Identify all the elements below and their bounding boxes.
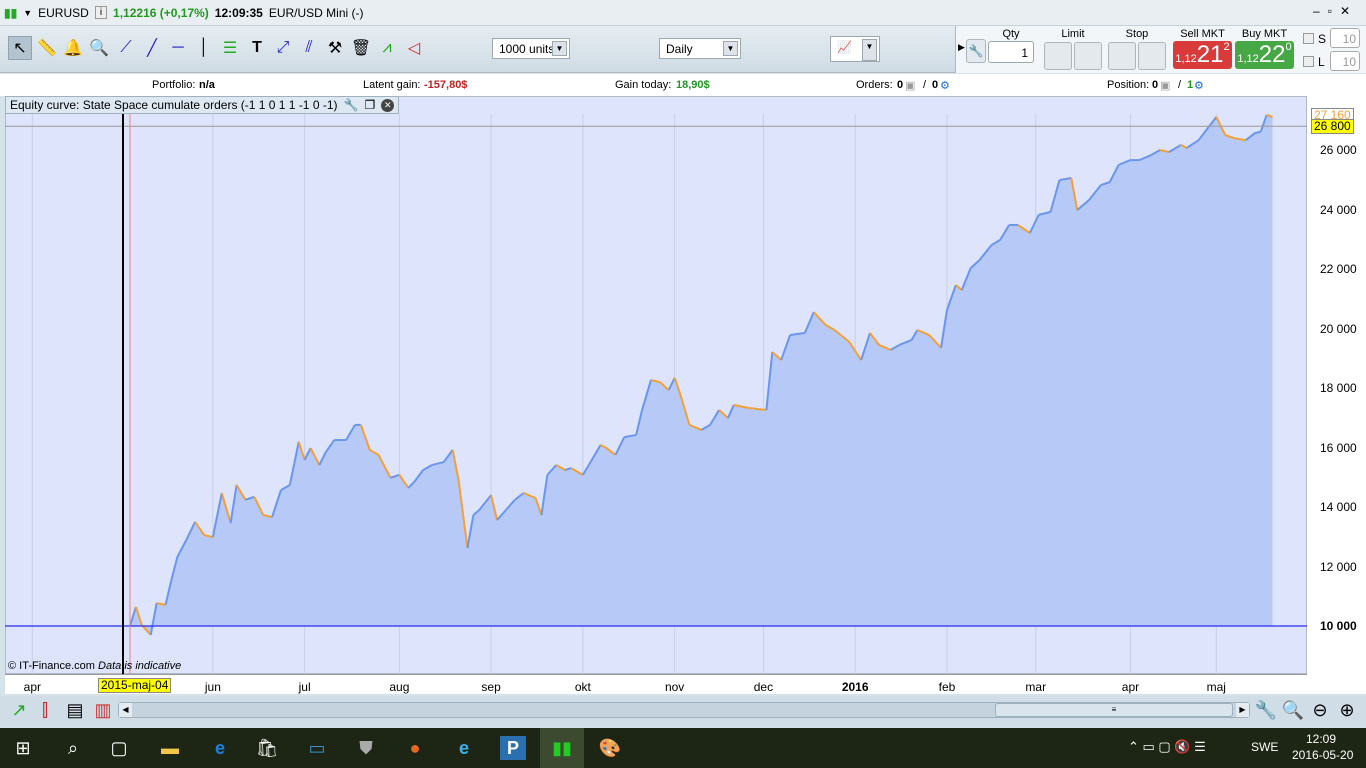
scroll-left-icon[interactable]: ◀ (119, 703, 132, 717)
cursor-date-label: 2015-maj-04 (98, 678, 172, 693)
trading-app-icon[interactable]: ▮▮ (540, 728, 584, 768)
equity-segment (1254, 130, 1261, 135)
internet-explorer-icon[interactable]: e (451, 736, 477, 760)
search-icon[interactable]: ⌕ (60, 736, 86, 760)
store-icon[interactable]: 🛍 (254, 736, 280, 760)
clock-time[interactable]: 12:09 (1306, 732, 1336, 746)
scroll-right-icon[interactable]: ▶ (1236, 703, 1249, 717)
language[interactable]: SWE (1251, 740, 1278, 754)
equity-plot (5, 113, 1307, 674)
restore-icon[interactable]: ❐ (364, 98, 375, 112)
zoom-out-icon[interactable]: ⊖ (1307, 698, 1333, 722)
tray-icons[interactable]: ⌃ ▭ ▢ 🔇 ☰ (1128, 739, 1206, 755)
close-icon[interactable]: ✕ (381, 98, 395, 112)
volume-icon[interactable]: ▥ (90, 698, 116, 722)
horizontal-scrollbar[interactable]: ◀ ≡ ▶ (118, 702, 1250, 718)
auto-zoom-icon[interactable]: 🔍 (1280, 698, 1306, 722)
copyright: © IT-Finance.com (8, 660, 95, 672)
legend-title: Equity curve: State Space cumulate order… (10, 98, 338, 112)
edge-icon[interactable]: e (207, 736, 233, 760)
overlay-icon[interactable]: ▤ (62, 698, 88, 722)
equity-area (130, 114, 1273, 635)
taskbar: ⊞ ⌕ ▢ ▬ e 🛍 ▭ ⛊ ● e P ▮▮ 🎨 ⌃ ▭ ▢ 🔇 ☰ SWE… (0, 728, 1366, 768)
lenovo-icon[interactable]: ▭ (304, 736, 330, 760)
watermark: © IT-Finance.com Data is indicative (8, 660, 181, 672)
zoom-in-icon[interactable]: ⊕ (1334, 698, 1360, 722)
indicator-legend: Equity curve: State Space cumulate order… (5, 96, 400, 114)
file-explorer-icon[interactable]: ▬ (157, 736, 183, 760)
prorealtime-icon[interactable]: P (500, 736, 526, 760)
scroll-thumb[interactable]: ≡ (995, 703, 1233, 717)
chart-settings-icon[interactable]: 🔧 (1253, 698, 1279, 722)
firefox-icon[interactable]: ● (402, 736, 428, 760)
data-note: Data is indicative (98, 660, 182, 672)
security-icon[interactable]: ⛊ (353, 736, 379, 760)
clock-date[interactable]: 2016-05-20 (1292, 748, 1353, 762)
candle-type-icon[interactable]: ⫿ (32, 698, 58, 722)
wrench-icon[interactable]: 🔧 (344, 98, 359, 112)
task-view-icon[interactable]: ▢ (106, 736, 132, 760)
windows-start-icon[interactable]: ⊞ (10, 736, 36, 760)
paint-icon[interactable]: 🎨 (597, 736, 623, 760)
bottom-toolbar: ↗ ⫿ ▤ ▥ ◀ ≡ ▶ 🔧 🔍 ⊖ ⊕ (0, 696, 1366, 726)
chart-export-icon[interactable]: ↗ (6, 698, 32, 722)
marker-value-label: 26 800 (1311, 119, 1354, 135)
